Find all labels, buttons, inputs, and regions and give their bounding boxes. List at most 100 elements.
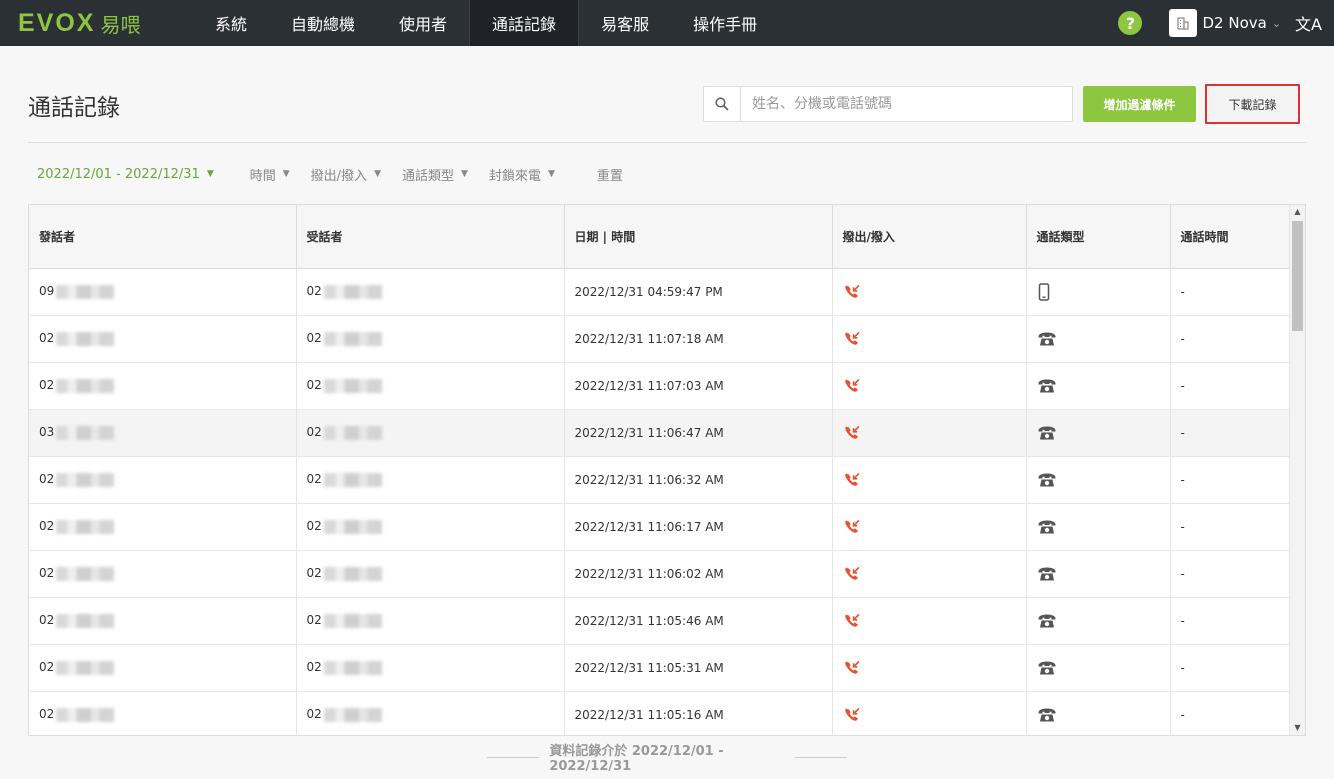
language-icon[interactable]: 文A [1295, 11, 1322, 35]
caller-cell: 02 [29, 315, 297, 363]
company-selector[interactable]: D2 Nova ⌄ [1169, 9, 1281, 37]
table-row[interactable]: 02 02 2022/12/31 11:07:18 AM - [29, 315, 1291, 363]
table-scrollbar[interactable]: ▲ ▼ [1289, 205, 1305, 735]
caller-number: 09 [39, 284, 55, 299]
table-row[interactable]: 02 02 2022/12/31 11:05:46 AM - [29, 597, 1291, 645]
caller-cell: 02 [29, 362, 297, 410]
nav-item[interactable]: 系統 [193, 0, 269, 46]
redacted-block [56, 331, 115, 346]
help-icon[interactable]: ? [1118, 11, 1143, 35]
date-range-filter[interactable]: 2022/12/01 - 2022/12/31 ▼ [37, 167, 214, 182]
search-input[interactable] [741, 88, 1072, 120]
time-filter-label: 時間 [249, 168, 276, 184]
table-body: 09 02 2022/12/31 04:59:47 PM - 02 02 2022/12/3… [29, 268, 1291, 735]
call-type-cell [1026, 409, 1171, 457]
chevron-down-icon: ⌄ [1271, 16, 1282, 30]
direction-cell [832, 503, 1027, 551]
duration-cell: - [1170, 268, 1291, 316]
time-filter[interactable]: 時間 ▼ [250, 165, 290, 184]
call-type-filter[interactable]: 通話類型 ▼ [402, 165, 468, 184]
column-header[interactable]: 日期 | 時間 [564, 205, 833, 269]
scroll-up-arrow-icon[interactable]: ▲ [1290, 205, 1305, 219]
divider [28, 142, 1306, 143]
blocked-calls-filter[interactable]: 封鎖來電 ▼ [489, 165, 555, 184]
redacted-block [323, 660, 382, 675]
column-header[interactable]: 受話者 [296, 205, 565, 269]
incoming-call-icon [843, 613, 861, 627]
scroll-thumb[interactable] [1292, 221, 1303, 331]
redacted-block [323, 472, 382, 487]
callee-cell: 02 [296, 691, 565, 735]
call-type-cell [1026, 550, 1171, 598]
redacted-block [56, 566, 115, 581]
blocked-filter-label: 封鎖來電 [488, 168, 541, 184]
datetime-cell: 2022/12/31 11:06:02 AM [564, 550, 833, 598]
datetime-cell: 2022/12/31 11:07:03 AM [564, 362, 833, 410]
nav-item[interactable]: 操作手冊 [671, 0, 779, 46]
nav-right-section: ? D2 Nova ⌄ 文A [1118, 0, 1334, 46]
caller-cell: 02 [29, 456, 297, 504]
records-range-note: 資料記錄介於 2022/12/01 - 2022/12/31 [477, 744, 857, 774]
scroll-down-arrow-icon[interactable]: ▼ [1290, 721, 1305, 735]
datetime-cell: 2022/12/31 11:05:16 AM [564, 691, 833, 735]
table-row[interactable]: 02 02 2022/12/31 11:05:31 AM - [29, 644, 1291, 692]
reset-filters-button[interactable]: 重置 [597, 165, 623, 184]
duration-cell: - [1170, 550, 1291, 598]
call-type-cell [1026, 362, 1171, 410]
add-filter-button[interactable]: 增加過濾條件 [1083, 86, 1196, 122]
records-range-text: 資料記錄介於 2022/12/01 - 2022/12/31 [549, 744, 724, 774]
call-records-table-container: 發話者 受話者 日期 | 時間 撥出/撥入 通話類型 通話時間 09 02 2022/12/3… [28, 204, 1306, 736]
nav-item[interactable]: 使用者 [377, 0, 469, 46]
table-row[interactable]: 02 02 2022/12/31 11:07:03 AM - [29, 362, 1291, 410]
direction-cell [832, 409, 1027, 457]
table-row[interactable]: 02 02 2022/12/31 11:06:17 AM - [29, 503, 1291, 551]
nav-item[interactable]: 易客服 [579, 0, 671, 46]
evox-logo[interactable]: EVOX 易喂 [18, 0, 193, 46]
call-type-cell [1026, 315, 1171, 363]
duration-cell: - [1170, 691, 1291, 735]
nav-item[interactable]: 通話記錄 [469, 0, 580, 46]
column-header[interactable]: 發話者 [29, 205, 297, 269]
direction-cell [832, 644, 1027, 692]
download-records-button[interactable]: 下載記錄 [1205, 84, 1300, 124]
callee-number: 02 [306, 613, 322, 628]
mobile-phone-icon [1037, 282, 1051, 301]
caller-cell: 02 [29, 550, 297, 598]
column-header[interactable]: 撥出/撥入 [832, 205, 1027, 269]
table-row[interactable]: 02 02 2022/12/31 11:06:02 AM - [29, 550, 1291, 598]
callee-cell: 02 [296, 503, 565, 551]
call-type-cell [1026, 503, 1171, 551]
redacted-block [56, 613, 115, 628]
direction-cell [832, 268, 1027, 316]
search-icon [704, 87, 741, 121]
nav-item[interactable]: 自動總機 [269, 0, 377, 46]
table-row[interactable]: 02 02 2022/12/31 11:06:32 AM - [29, 456, 1291, 504]
divider-line [487, 756, 540, 758]
incoming-call-icon [843, 566, 861, 580]
column-header[interactable]: 通話類型 [1026, 205, 1171, 269]
direction-filter[interactable]: 撥出/撥入 ▼ [311, 165, 381, 184]
redacted-block [323, 331, 382, 346]
incoming-call-icon [843, 284, 861, 298]
call-type-cell [1026, 691, 1171, 735]
datetime-cell: 2022/12/31 11:07:18 AM [564, 315, 833, 363]
callee-cell: 02 [296, 456, 565, 504]
redacted-block [323, 613, 382, 628]
duration-cell: - [1170, 503, 1291, 551]
direction-cell [832, 315, 1027, 363]
landline-phone-icon [1037, 613, 1057, 627]
column-header[interactable]: 通話時間 [1170, 205, 1291, 269]
table-row[interactable]: 09 02 2022/12/31 04:59:47 PM - [29, 268, 1291, 316]
company-name: D2 Nova [1202, 14, 1267, 32]
datetime-cell: 2022/12/31 04:59:47 PM [564, 268, 833, 316]
callee-number: 02 [306, 425, 322, 440]
landline-phone-icon [1037, 425, 1057, 439]
table-row[interactable]: 02 02 2022/12/31 11:05:16 AM - [29, 691, 1291, 735]
caret-down-icon: ▼ [547, 169, 555, 179]
table-row[interactable]: 03 02 2022/12/31 11:06:47 AM - [29, 409, 1291, 457]
call-type-cell [1026, 597, 1171, 645]
caller-number: 02 [39, 707, 55, 722]
callee-cell: 02 [296, 409, 565, 457]
incoming-call-icon [843, 378, 861, 392]
callee-number: 02 [306, 707, 322, 722]
